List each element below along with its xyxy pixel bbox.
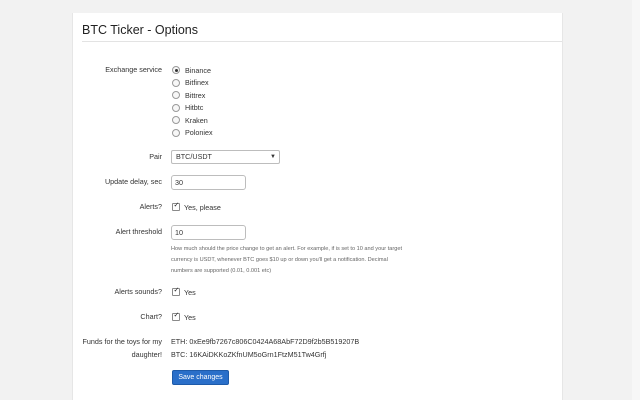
chart-checkbox-label: Yes bbox=[184, 312, 196, 322]
chart-checkbox-row[interactable]: ✓ Yes bbox=[172, 311, 196, 323]
alert-threshold-label: Alert threshold bbox=[115, 227, 162, 236]
page-scrollbar[interactable] bbox=[632, 0, 640, 400]
funds-label-line: daughter! bbox=[131, 349, 162, 359]
funds-label: Funds for the toys for my daughter! bbox=[73, 336, 163, 361]
alerts-sounds-checkbox-label: Yes bbox=[184, 287, 196, 297]
radio-poloniex[interactable]: Poloniex bbox=[172, 127, 213, 139]
funds-label-line: Funds for the toys for my bbox=[82, 337, 163, 346]
save-changes-button[interactable]: Save changes bbox=[172, 370, 229, 385]
alerts-sounds-checkbox[interactable]: ✓ bbox=[172, 287, 180, 296]
help-line: How much should the price change to get … bbox=[171, 246, 403, 252]
radio-binance[interactable]: Binance bbox=[172, 64, 211, 76]
alert-threshold-input[interactable]: 10 bbox=[171, 225, 246, 240]
pair-label: Pair bbox=[149, 152, 162, 161]
pair-select[interactable]: BTC/USDT ▼ bbox=[171, 150, 280, 164]
options-panel: BTC Ticker - Options Exchange service Bi… bbox=[72, 13, 563, 400]
page-title: BTC Ticker - Options bbox=[82, 23, 198, 37]
radio-bitfinex[interactable]: Bitfinex bbox=[172, 77, 209, 89]
radio-label: Hitbtc bbox=[185, 103, 204, 112]
check-icon: ✓ bbox=[173, 202, 180, 209]
eth-address: ETH: 0xEe9fb7267c806C0424A68AbF72D9f2b5B… bbox=[171, 337, 360, 346]
radio-label: Binance bbox=[185, 65, 211, 75]
check-icon: ✓ bbox=[173, 312, 180, 319]
alert-threshold-help: How much should the price change to get … bbox=[171, 244, 423, 277]
radio-label: Poloniex bbox=[185, 128, 213, 137]
chart-label: Chart? bbox=[140, 312, 162, 321]
alerts-sounds-checkbox-row[interactable]: ✓ Yes bbox=[172, 286, 196, 298]
help-line: numbers are supported (0.01, 0.001 etc) bbox=[171, 268, 272, 274]
radio-button[interactable] bbox=[172, 128, 180, 137]
radio-button[interactable] bbox=[172, 103, 180, 112]
radio-label: Kraken bbox=[185, 115, 208, 125]
radio-button[interactable] bbox=[172, 66, 180, 74]
chart-checkbox[interactable]: ✓ bbox=[172, 312, 180, 321]
radio-button[interactable] bbox=[172, 91, 180, 99]
radio-bittrex[interactable]: Bittrex bbox=[172, 89, 205, 101]
alerts-checkbox[interactable]: ✓ bbox=[172, 202, 180, 211]
alerts-checkbox-row[interactable]: ✓ Yes, please bbox=[172, 201, 221, 213]
chevron-down-icon: ▼ bbox=[270, 154, 276, 160]
title-divider bbox=[82, 41, 562, 42]
alerts-label: Alerts? bbox=[139, 202, 162, 211]
btc-address: BTC: 16KAiDKKoZKfnUM5oGrn1FtzM51Tw4Grfj bbox=[171, 350, 327, 359]
alerts-sounds-label: Alerts sounds? bbox=[114, 287, 162, 296]
help-line: currency is USDT, whenever BTC goes $10 … bbox=[171, 257, 388, 263]
alerts-checkbox-label: Yes, please bbox=[184, 202, 221, 212]
exchange-service-label: Exchange service bbox=[105, 65, 162, 74]
radio-button[interactable] bbox=[172, 78, 180, 87]
pair-select-value: BTC/USDT bbox=[176, 152, 212, 161]
radio-kraken[interactable]: Kraken bbox=[172, 114, 208, 126]
update-delay-input[interactable]: 30 bbox=[171, 175, 246, 190]
radio-label: Bitfinex bbox=[185, 78, 209, 87]
radio-hitbtc[interactable]: Hitbtc bbox=[172, 102, 203, 114]
update-delay-label: Update delay, sec bbox=[104, 177, 162, 186]
check-icon: ✓ bbox=[173, 287, 180, 294]
radio-label: Bittrex bbox=[185, 90, 206, 100]
radio-button[interactable] bbox=[172, 116, 180, 124]
